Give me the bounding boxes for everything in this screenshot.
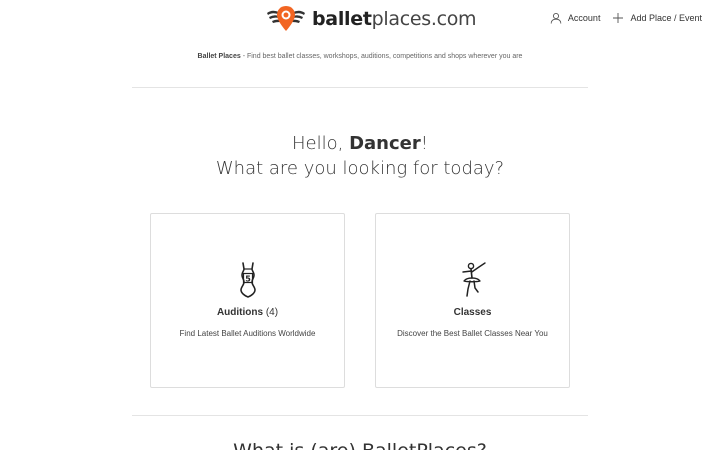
greeting-heading: Hello, Dancer! What are you looking for … <box>0 131 720 181</box>
auditions-title: Auditions <box>216 307 264 318</box>
site-header: balletplaces.com Account Add Place / Eve… <box>0 0 720 40</box>
auditions-card-title: Auditions (4) <box>151 307 344 318</box>
logo-text-bold: ballet <box>312 8 372 30</box>
site-logo[interactable]: balletplaces.com <box>264 4 477 34</box>
logo-text: balletplaces.com <box>312 8 477 30</box>
account-label: Account <box>567 13 601 23</box>
add-place-event-label: Add Place / Event <box>630 13 702 23</box>
classes-card-title: Classes <box>376 307 569 318</box>
logo-text-light: places.com <box>371 8 477 30</box>
greeting-line: Hello, Dancer! <box>0 131 720 156</box>
auditions-card-description: Find Latest Ballet Auditions Worldwide <box>179 329 316 338</box>
add-place-event-link[interactable]: Add Place / Event <box>612 12 702 24</box>
greeting-exclaim: ! <box>420 133 428 154</box>
account-link[interactable]: Account <box>550 12 601 24</box>
greeting-question: What are you looking for today? <box>215 158 505 179</box>
svg-text:5: 5 <box>245 274 251 283</box>
user-icon <box>550 12 562 24</box>
site-tagline: Ballet Places - Find best ballet classes… <box>0 53 720 60</box>
tagline-brand: Ballet Places <box>197 53 241 60</box>
auditions-count: (4) <box>263 307 279 318</box>
classes-card-description: Discover the Best Ballet Classes Near Yo… <box>397 329 548 338</box>
about-section-title: What is (are) BalletPlaces? <box>0 440 720 450</box>
ballerina-icon <box>461 262 486 297</box>
greeting-hello: Hello, <box>292 133 350 154</box>
tagline-text: - Find best ballet classes, workshops, a… <box>240 53 523 60</box>
bottom-divider <box>132 415 588 416</box>
leotard-number-5-icon: 5 <box>239 262 256 298</box>
greeting-name: Dancer <box>349 133 421 154</box>
plus-icon <box>613 13 624 23</box>
auditions-card[interactable]: 5 Auditions (4) Find Latest Ballet Audit… <box>150 213 345 388</box>
classes-card[interactable]: Classes Discover the Best Ballet Classes… <box>375 213 570 388</box>
top-nav: Account Add Place / Event <box>550 12 702 24</box>
top-divider <box>132 87 588 88</box>
classes-title: Classes <box>453 307 492 318</box>
winged-pin-logo-icon <box>267 6 305 31</box>
